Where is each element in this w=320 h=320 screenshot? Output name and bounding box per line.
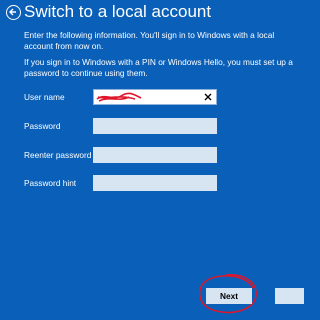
password-hint-label: Password hint bbox=[24, 178, 77, 188]
next-button[interactable]: Next bbox=[206, 288, 252, 304]
redaction-scribble bbox=[96, 92, 142, 102]
password-input[interactable] bbox=[93, 120, 217, 137]
back-arrow-icon bbox=[9, 8, 16, 16]
cancel-button[interactable] bbox=[275, 288, 304, 304]
username-label: User name bbox=[24, 92, 65, 102]
intro-text: Enter the following information. You'll … bbox=[24, 30, 275, 51]
password-label: Password bbox=[24, 121, 61, 131]
password-hint-field[interactable] bbox=[93, 175, 217, 194]
reenter-password-label: Reenter password bbox=[24, 150, 92, 160]
reenter-password-field[interactable] bbox=[93, 147, 217, 166]
username-field[interactable] bbox=[93, 89, 217, 108]
password-field[interactable] bbox=[93, 118, 217, 137]
page-title: Switch to a local account bbox=[24, 2, 212, 21]
close-icon[interactable] bbox=[203, 92, 213, 102]
pin-notice-text: If you sign in to Windows with a PIN or … bbox=[24, 57, 293, 78]
password-hint-input[interactable] bbox=[93, 177, 217, 194]
reenter-password-input[interactable] bbox=[93, 149, 217, 166]
back-button[interactable] bbox=[6, 5, 21, 20]
